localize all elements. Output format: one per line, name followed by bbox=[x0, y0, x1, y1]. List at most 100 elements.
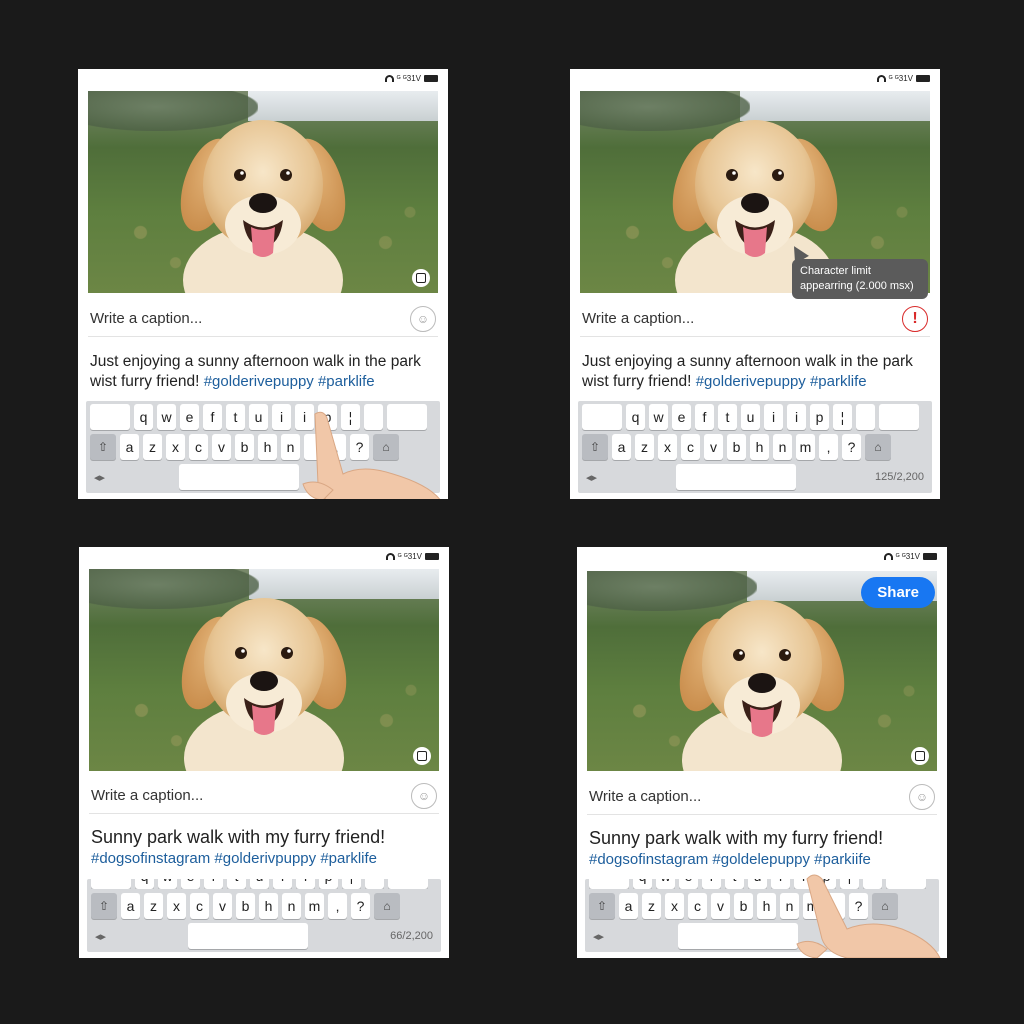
crop-icon[interactable] bbox=[413, 747, 431, 765]
key[interactable]: m bbox=[305, 893, 324, 919]
key[interactable]: i bbox=[764, 404, 783, 430]
key[interactable]: ‚ bbox=[819, 434, 838, 460]
camera-key-icon[interactable]: ⌂ bbox=[872, 893, 898, 919]
key[interactable]: f bbox=[695, 404, 714, 430]
key[interactable]: ¦ bbox=[840, 879, 859, 889]
key[interactable]: a bbox=[612, 434, 631, 460]
key[interactable] bbox=[856, 404, 875, 430]
key[interactable]: ¦ bbox=[341, 404, 360, 430]
cursor-nav-icon[interactable]: ◂▸ bbox=[95, 930, 106, 943]
key[interactable]: w bbox=[656, 879, 675, 889]
key[interactable]: a bbox=[121, 893, 140, 919]
key[interactable]: c bbox=[688, 893, 707, 919]
key[interactable]: q bbox=[626, 404, 645, 430]
share-button[interactable]: Share bbox=[861, 577, 935, 608]
key[interactable]: n bbox=[773, 434, 792, 460]
key[interactable] bbox=[91, 879, 131, 889]
caption-text[interactable]: Sunny park walk with my furry friend! #d… bbox=[91, 826, 441, 870]
key[interactable] bbox=[387, 404, 427, 430]
cursor-nav-icon[interactable]: ◂▸ bbox=[94, 471, 105, 484]
key[interactable]: x bbox=[658, 434, 677, 460]
key[interactable]: c bbox=[190, 893, 209, 919]
key[interactable]: a bbox=[619, 893, 638, 919]
key[interactable]: h bbox=[757, 893, 776, 919]
error-icon[interactable]: ! bbox=[902, 305, 928, 332]
key[interactable]: v bbox=[212, 434, 231, 460]
key[interactable] bbox=[863, 879, 882, 889]
key[interactable]: c bbox=[189, 434, 208, 460]
key[interactable]: b bbox=[235, 434, 254, 460]
camera-key-icon[interactable]: ⌂ bbox=[373, 434, 399, 460]
key[interactable]: p bbox=[817, 879, 836, 889]
key[interactable]: b bbox=[727, 434, 746, 460]
key[interactable]: f bbox=[702, 879, 721, 889]
key[interactable]: h bbox=[258, 434, 277, 460]
key[interactable]: q bbox=[134, 404, 153, 430]
key[interactable]: p bbox=[319, 879, 338, 889]
key[interactable] bbox=[365, 879, 384, 889]
key[interactable]: v bbox=[213, 893, 232, 919]
key[interactable]: i bbox=[295, 404, 314, 430]
shift-key[interactable]: ⇧ bbox=[91, 893, 117, 919]
key[interactable]: i bbox=[273, 879, 292, 889]
key[interactable]: ¦ bbox=[342, 879, 361, 889]
caption-input-row[interactable]: Write a caption... ☺ bbox=[88, 301, 438, 337]
key[interactable]: z bbox=[642, 893, 661, 919]
key[interactable]: e bbox=[672, 404, 691, 430]
key[interactable]: e bbox=[679, 879, 698, 889]
keyboard[interactable]: q w e f t u i i p ¦ ⇧ a z x c v b h n m … bbox=[87, 879, 441, 952]
space-key[interactable] bbox=[178, 464, 299, 490]
key[interactable]: z bbox=[635, 434, 654, 460]
key[interactable]: z bbox=[144, 893, 163, 919]
key[interactable]: b bbox=[734, 893, 753, 919]
key[interactable]: ‚ bbox=[826, 893, 845, 919]
key[interactable] bbox=[879, 404, 919, 430]
shift-key[interactable]: ⇧ bbox=[589, 893, 615, 919]
key[interactable]: p bbox=[810, 404, 829, 430]
key[interactable]: m bbox=[796, 434, 815, 460]
cursor-nav-icon[interactable]: ◂▸ bbox=[593, 930, 604, 943]
key[interactable] bbox=[582, 404, 622, 430]
space-key[interactable] bbox=[677, 923, 798, 949]
key[interactable]: ‚ bbox=[328, 893, 347, 919]
key[interactable]: w bbox=[649, 404, 668, 430]
camera-key-icon[interactable]: ⌂ bbox=[374, 893, 400, 919]
key[interactable]: c bbox=[681, 434, 700, 460]
shift-key[interactable]: ⇧ bbox=[582, 434, 608, 460]
key[interactable]: x bbox=[167, 893, 186, 919]
key[interactable]: b bbox=[236, 893, 255, 919]
crop-icon[interactable] bbox=[412, 269, 430, 287]
shift-key[interactable]: ⇧ bbox=[90, 434, 116, 460]
key[interactable]: ? bbox=[350, 434, 369, 460]
key[interactable]: u bbox=[249, 404, 268, 430]
key[interactable]: z bbox=[143, 434, 162, 460]
key[interactable]: w bbox=[158, 879, 177, 889]
key[interactable]: q bbox=[135, 879, 154, 889]
emoji-icon[interactable]: ☺ bbox=[411, 782, 437, 809]
emoji-icon[interactable]: ☺ bbox=[909, 783, 935, 810]
key[interactable]: w bbox=[157, 404, 176, 430]
key[interactable]: i bbox=[296, 879, 315, 889]
key[interactable]: i bbox=[272, 404, 291, 430]
key[interactable]: t bbox=[718, 404, 737, 430]
key[interactable]: f bbox=[204, 879, 223, 889]
key[interactable] bbox=[90, 404, 130, 430]
key[interactable] bbox=[388, 879, 428, 889]
key[interactable]: u bbox=[250, 879, 269, 889]
key[interactable]: x bbox=[665, 893, 684, 919]
space-key[interactable] bbox=[188, 923, 309, 949]
key[interactable]: f bbox=[203, 404, 222, 430]
key[interactable]: t bbox=[725, 879, 744, 889]
key[interactable]: i bbox=[771, 879, 790, 889]
caption-text[interactable]: Sunny park walk with my furry friend! #d… bbox=[589, 827, 939, 871]
caption-text[interactable]: Just enjoying a sunny afternoon walk in … bbox=[582, 352, 932, 392]
key[interactable]: x bbox=[166, 434, 185, 460]
crop-icon[interactable] bbox=[911, 747, 929, 765]
key[interactable] bbox=[886, 879, 926, 889]
key[interactable]: e bbox=[181, 879, 200, 889]
key[interactable]: a bbox=[120, 434, 139, 460]
key[interactable] bbox=[304, 434, 323, 460]
key[interactable]: h bbox=[259, 893, 278, 919]
key[interactable]: n bbox=[282, 893, 301, 919]
key[interactable]: ? bbox=[849, 893, 868, 919]
